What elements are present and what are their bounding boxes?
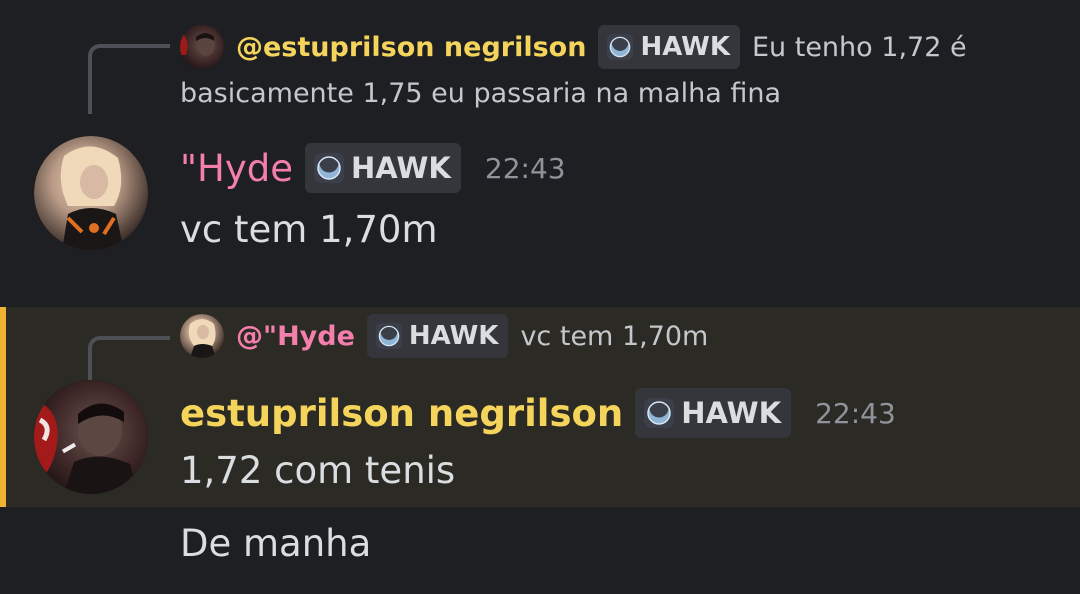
reply-avatar[interactable] [180,25,224,69]
guild-tag-label: HAWK [640,32,730,62]
reply-author[interactable]: @"Hyde [236,321,355,352]
guild-tag-label: HAWK [681,396,782,430]
message-text: vc tem 1,70m [180,208,438,251]
reply-preview[interactable]: @estuprilson negrilson HAWK Eu tenho 1,7… [180,24,967,70]
reply-spine [88,44,170,114]
username[interactable]: estuprilson negrilson [180,392,623,435]
hawk-moon-icon [313,152,345,184]
message-hyde: @estuprilson negrilson HAWK Eu tenho 1,7… [0,0,1080,290]
message-estuprilson: @"Hyde HAWK vc tem 1,70m estuprilson neg… [0,307,1080,507]
guild-tag-label: HAWK [351,151,451,185]
hawk-moon-icon [606,33,634,61]
timestamp[interactable]: 22:43 [815,397,896,430]
reply-text: Eu tenho 1,72 é [751,31,967,63]
message-text: 1,72 com tenis [180,449,456,492]
reply-text-continued: basicamente 1,75 eu passaria na malha fi… [180,78,782,109]
guild-tag-label: HAWK [408,321,499,351]
hawk-moon-icon [643,397,675,429]
timestamp[interactable]: 22:43 [485,152,566,185]
message-text-followup: De manha [180,522,372,565]
guild-tag[interactable]: HAWK [598,25,740,69]
reply-spine [88,336,170,380]
guild-tag[interactable]: HAWK [366,314,509,358]
message-header: "Hyde HAWK 22:43 [180,142,566,194]
reply-preview[interactable]: @"Hyde HAWK vc tem 1,70m [180,313,708,359]
avatar[interactable] [34,136,148,250]
reply-text: vc tem 1,70m [520,320,709,352]
avatar[interactable] [34,380,148,494]
reply-author[interactable]: @estuprilson negrilson [236,32,586,63]
reply-avatar[interactable] [180,314,224,358]
guild-tag[interactable]: HAWK [305,143,461,193]
username[interactable]: "Hyde [180,147,293,190]
guild-tag[interactable]: HAWK [635,388,792,438]
hawk-moon-icon [375,322,403,350]
message-header: estuprilson negrilson HAWK 22:43 [180,387,896,439]
